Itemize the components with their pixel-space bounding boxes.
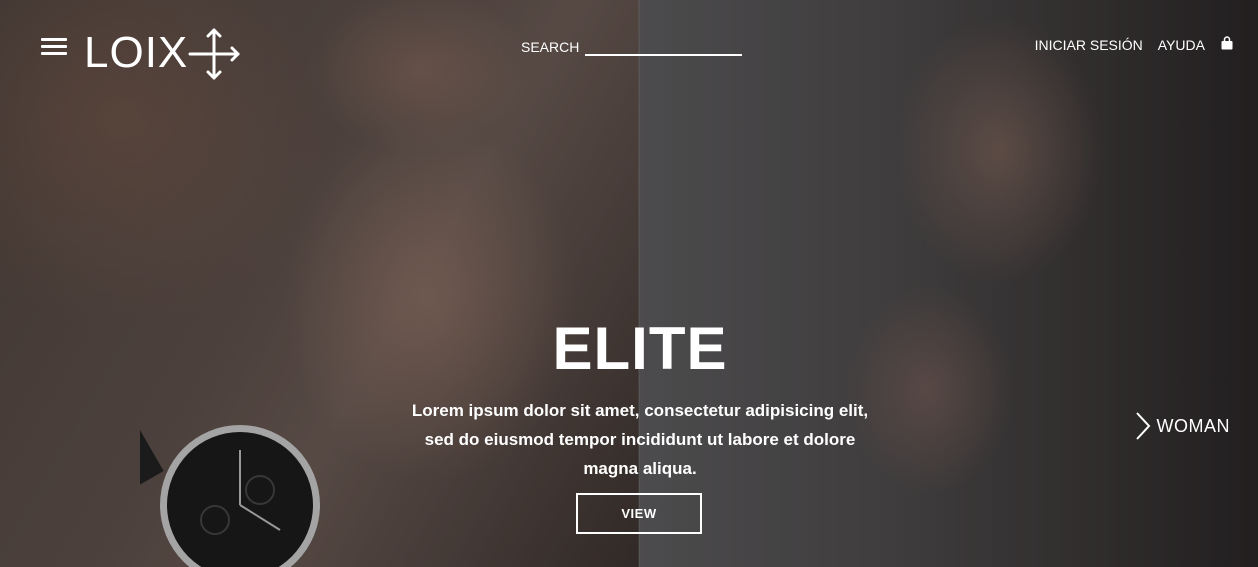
top-nav: INICIAR SESIÓN AYUDA (1035, 36, 1234, 53)
next-slide-label: WOMAN (1156, 415, 1230, 436)
cross-arrows-icon (188, 28, 240, 80)
search-input[interactable] (585, 34, 743, 56)
hero-background (0, 0, 1258, 567)
logo[interactable]: LOIX (84, 24, 242, 82)
logo-text: LOIX (84, 28, 189, 77)
search-label: SEARCH (521, 39, 580, 55)
login-link[interactable]: INICIAR SESIÓN (1035, 37, 1143, 53)
next-slide-button[interactable]: WOMAN (1135, 411, 1231, 441)
menu-button[interactable] (41, 36, 67, 58)
cart-button[interactable] (1220, 36, 1234, 53)
view-button[interactable]: VIEW (576, 493, 702, 534)
help-link[interactable]: AYUDA (1158, 37, 1205, 53)
chevron-right-icon (1135, 412, 1150, 440)
search-bar: SEARCH (521, 34, 743, 56)
hamburger-menu-icon (41, 38, 67, 41)
shopping-bag-icon (1221, 36, 1233, 50)
hero-overlay (0, 0, 1258, 567)
